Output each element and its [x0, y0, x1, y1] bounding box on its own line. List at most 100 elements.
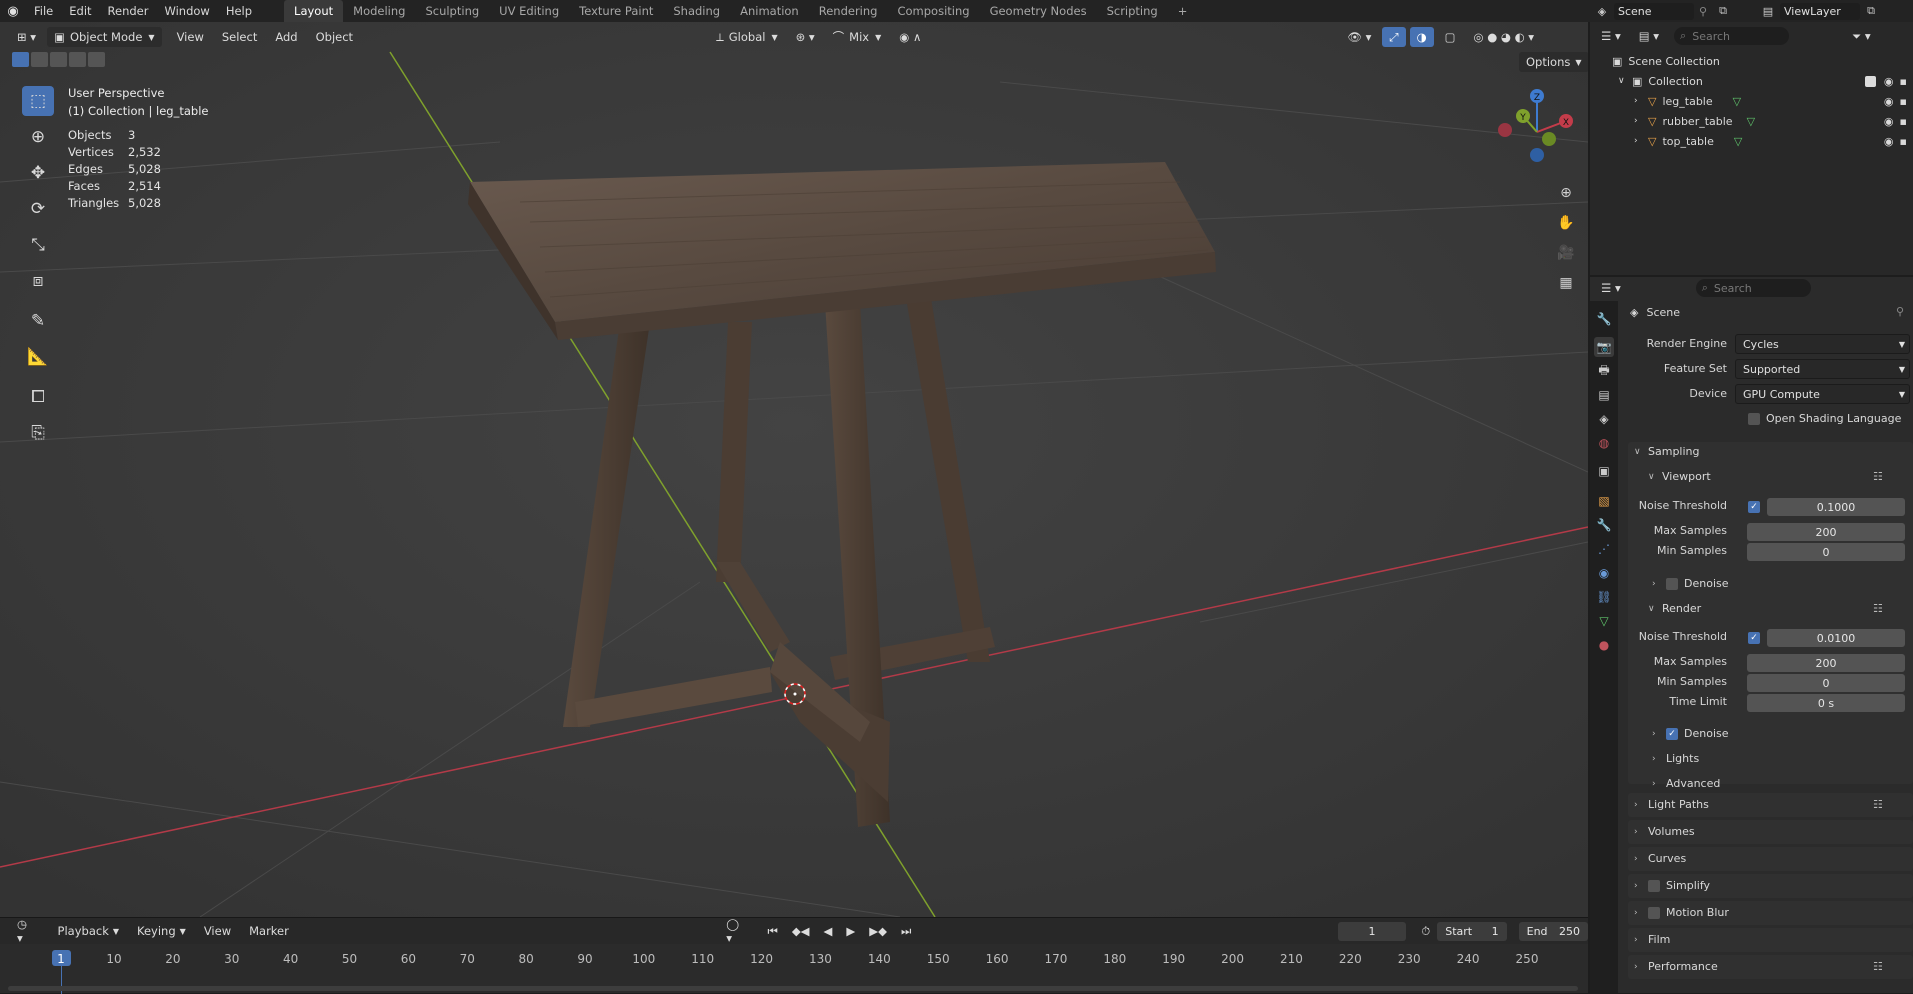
display-mode-icon[interactable]: ▤ ▾ — [1632, 26, 1666, 46]
eye-icon[interactable]: ◉ — [1884, 75, 1894, 88]
modifier-tab-icon[interactable]: 🔧 — [1594, 515, 1614, 535]
new-view-layer-icon[interactable]: ⧉ — [1860, 4, 1882, 18]
properties-editor-icon[interactable]: ☰ ▾ — [1594, 278, 1628, 298]
tab-geometry-nodes[interactable]: Geometry Nodes — [980, 0, 1097, 22]
properties-search[interactable]: ⌕ Search — [1695, 279, 1811, 297]
outliner-editor-icon[interactable]: ☰ ▾ — [1594, 26, 1628, 46]
start-frame-field[interactable]: Start 1 — [1437, 921, 1507, 941]
select-extend-icon[interactable] — [31, 52, 48, 67]
render-noise-threshold-checkbox[interactable]: ✓ — [1748, 632, 1760, 644]
motion-blur-header[interactable]: › Motion Blur — [1634, 906, 1729, 919]
tab-sculpting[interactable]: Sculpting — [415, 0, 489, 22]
extra-tool-icon[interactable]: ⎘ — [22, 418, 54, 448]
end-frame-field[interactable]: End 250 — [1518, 921, 1588, 941]
next-keyframe-icon[interactable]: ▶◆ — [862, 921, 894, 941]
particles-tab-icon[interactable]: ⋰ — [1594, 539, 1614, 559]
tab-compositing[interactable]: Compositing — [887, 0, 979, 22]
select-new-icon[interactable] — [12, 52, 29, 67]
rotate-tool-icon[interactable]: ⟳ — [22, 194, 54, 224]
timeline-editor-icon[interactable]: ◷ ▾ — [10, 917, 43, 945]
camera-view-icon[interactable]: 🎥 — [1553, 240, 1579, 266]
curves-header[interactable]: › Curves — [1634, 852, 1686, 865]
annotate-tool-icon[interactable]: ✎ — [22, 306, 54, 336]
object-tab-icon[interactable]: ▧ — [1594, 491, 1614, 511]
menu-render[interactable]: Render — [100, 0, 157, 22]
menu-edit[interactable]: Edit — [61, 0, 99, 22]
3d-viewport[interactable]: Z X Y ⊞ ▾ ▣ Object Mode ▼ View Select Ad… — [0, 22, 1588, 917]
timeline-frames[interactable]: 1 10 20 30 40 50 60 70 80 90 100 110 120 130 140 150 160… — [0, 944, 1588, 994]
time-limit-field[interactable]: 0 s — [1747, 694, 1905, 712]
autokey-icon[interactable]: ◯ ▾ — [719, 917, 754, 945]
volumes-header[interactable]: › Volumes — [1634, 825, 1695, 838]
ortho-toggle-icon[interactable]: ▦ — [1553, 270, 1579, 296]
menu-window[interactable]: Window — [156, 0, 217, 22]
tab-uv-editing[interactable]: UV Editing — [489, 0, 569, 22]
eye-icon[interactable]: ◉ — [1884, 135, 1894, 148]
osl-checkbox-row[interactable]: Open Shading Language — [1748, 412, 1901, 425]
render-tab-icon[interactable]: 📷 — [1594, 337, 1614, 357]
film-header[interactable]: › Film — [1634, 933, 1670, 946]
simplify-header[interactable]: › Simplify — [1634, 879, 1710, 892]
noise-threshold-checkbox[interactable]: ✓ — [1748, 501, 1760, 513]
editor-type-icon[interactable]: ⊞ ▾ — [10, 27, 43, 47]
jump-end-icon[interactable]: ⏭ — [894, 921, 918, 941]
select-mode-buttons[interactable] — [12, 52, 107, 69]
presets-list-icon[interactable]: ☷ — [1873, 960, 1883, 973]
tab-texture-paint[interactable]: Texture Paint — [569, 0, 663, 22]
eye-icon[interactable]: ◉ — [1884, 95, 1894, 108]
play-icon[interactable]: ▶ — [839, 921, 862, 941]
physics-tab-icon[interactable]: ◉ — [1594, 563, 1614, 583]
advanced-subpanel[interactable]: › Advanced — [1652, 777, 1720, 790]
render-min-samples-field[interactable]: 0 — [1747, 674, 1905, 692]
tab-layout[interactable]: Layout — [284, 0, 344, 22]
scene-name[interactable]: Scene — [1614, 2, 1694, 20]
tab-shading[interactable]: Shading — [663, 0, 730, 22]
filter-icon[interactable]: ⏷ ▾ — [1845, 26, 1878, 46]
play-reverse-icon[interactable]: ◀ — [817, 921, 840, 941]
menu-playback[interactable]: Playback ▼ — [51, 921, 126, 941]
scene-collection-row[interactable]: ▣ Scene Collection — [1590, 51, 1913, 71]
add-cube-tool-icon[interactable]: ⧠ — [22, 382, 54, 412]
use-preview-range-icon[interactable]: ⏱ — [1414, 921, 1437, 941]
zoom-icon[interactable]: ⊕ — [1553, 180, 1579, 206]
render-noise-threshold-field[interactable]: 0.0100 — [1767, 629, 1905, 647]
render-denoise-checkbox[interactable]: ✓ — [1666, 727, 1678, 740]
render-subheader[interactable]: ∨ Render — [1648, 602, 1701, 615]
select-box-icon[interactable]: ⬚ — [22, 86, 54, 116]
tab-scripting[interactable]: Scripting — [1097, 0, 1168, 22]
material-tab-icon[interactable]: ● — [1594, 635, 1614, 655]
camera-icon[interactable]: ▪ — [1900, 75, 1907, 88]
feature-set-dropdown[interactable]: Supported ▼ — [1735, 359, 1910, 379]
proportional-edit-icon[interactable]: ◉ ∧ — [892, 27, 928, 47]
viewport-denoise-checkbox[interactable] — [1666, 577, 1678, 590]
sampling-header[interactable]: ∨ Sampling — [1634, 445, 1700, 458]
menu-keying[interactable]: Keying ▼ — [130, 921, 193, 941]
transform-orientation-dropdown[interactable]: ⟂ Global ▼ — [709, 27, 785, 47]
osl-checkbox[interactable] — [1748, 412, 1760, 425]
viewport-max-samples-field[interactable]: 200 — [1747, 523, 1905, 541]
shading-modes-icon[interactable]: ◎ ● ◕ ◐ ▾ — [1467, 27, 1542, 47]
jump-start-icon[interactable]: ⏮ — [760, 921, 784, 941]
device-dropdown[interactable]: GPU Compute ▼ — [1735, 384, 1910, 404]
cursor-tool-icon[interactable]: ⊕ — [22, 122, 54, 152]
current-frame-field[interactable]: 1 — [1337, 921, 1407, 941]
view-layer-tab-icon[interactable]: ▤ — [1594, 385, 1614, 405]
select-invert-icon[interactable] — [69, 52, 86, 67]
exclude-checkbox[interactable] — [1864, 75, 1876, 87]
xray-icon[interactable]: ▢ — [1438, 27, 1463, 47]
snap-dropdown[interactable]: ⌒ Mix ▼ — [826, 27, 889, 47]
timeline-scrollbar[interactable] — [8, 986, 1578, 991]
menu-add[interactable]: Add — [268, 27, 304, 47]
render-engine-dropdown[interactable]: Cycles ▼ — [1735, 334, 1910, 354]
camera-icon[interactable]: ▪ — [1900, 115, 1907, 128]
tab-modeling[interactable]: Modeling — [343, 0, 415, 22]
performance-header[interactable]: › Performance — [1634, 960, 1718, 973]
presets-list-icon[interactable]: ☷ — [1873, 470, 1883, 483]
view-layer-name[interactable]: ViewLayer — [1780, 2, 1860, 20]
view-layer-icon[interactable]: ▤ — [1756, 5, 1780, 18]
constraints-tab-icon[interactable]: ⛓ — [1594, 587, 1614, 607]
options-dropdown[interactable]: Options ▼ — [1519, 52, 1588, 72]
viewport-noise-threshold-field[interactable]: 0.1000 — [1767, 498, 1905, 516]
prev-keyframe-icon[interactable]: ◆◀ — [785, 921, 817, 941]
eye-icon[interactable]: ◉ — [1884, 115, 1894, 128]
